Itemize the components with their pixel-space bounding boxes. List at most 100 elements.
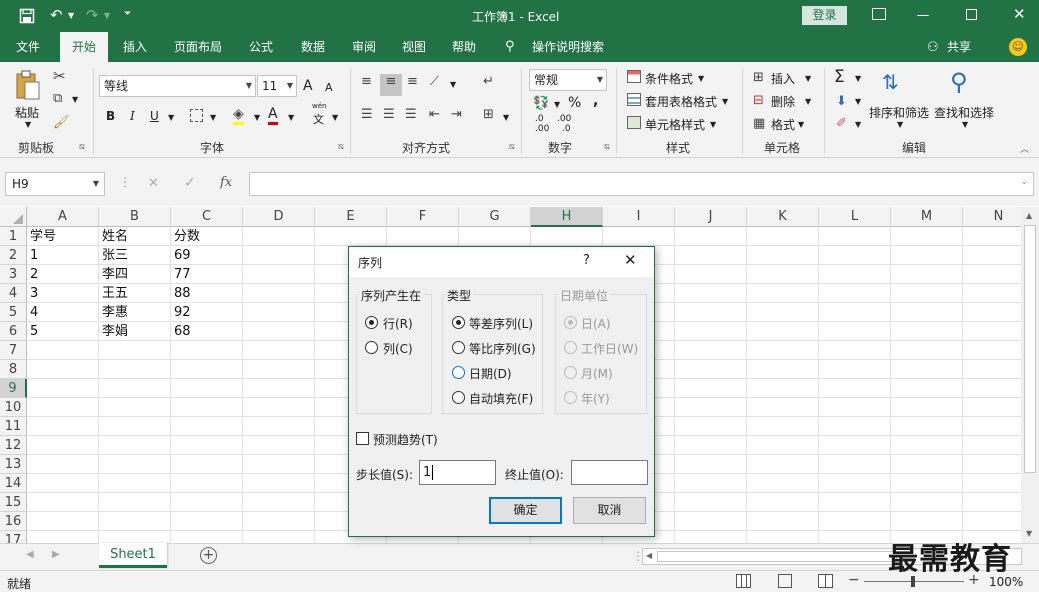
row-header-7[interactable]: 7 bbox=[0, 341, 27, 360]
cell-style-button[interactable]: 单元格样式 bbox=[645, 116, 705, 133]
table-format-icon[interactable] bbox=[627, 93, 641, 106]
copy-dropdown-icon[interactable]: ▼ bbox=[72, 95, 78, 104]
cell-c6[interactable]: 68 bbox=[171, 322, 243, 341]
cell-style-icon[interactable] bbox=[627, 116, 641, 129]
delete-cells-icon[interactable]: ⊟ bbox=[753, 93, 764, 108]
underline-dropdown-icon[interactable]: ▼ bbox=[168, 113, 174, 122]
format-cells-icon[interactable]: ▦ bbox=[753, 116, 765, 131]
sheet-tab-sheet1[interactable]: Sheet1 bbox=[99, 543, 167, 568]
select-all-corner[interactable] bbox=[0, 207, 27, 227]
insert-dropdown-icon[interactable]: ▼ bbox=[805, 74, 811, 83]
phonetic-dropdown-icon[interactable]: ▼ bbox=[332, 113, 338, 122]
merge-dropdown-icon[interactable]: ▼ bbox=[503, 113, 509, 122]
radio-rows[interactable] bbox=[365, 316, 378, 329]
expand-formula-icon[interactable]: ⌄ bbox=[1020, 177, 1028, 187]
percent-button[interactable]: % bbox=[568, 95, 581, 111]
cell-c5[interactable]: 92 bbox=[171, 303, 243, 322]
close-button[interactable]: ✕ bbox=[1013, 5, 1026, 23]
radio-date-label[interactable]: 日期(D) bbox=[469, 365, 512, 382]
row-header-4[interactable]: 4 bbox=[0, 284, 27, 303]
page-break-view-icon[interactable] bbox=[818, 574, 833, 588]
sort-dropdown-icon[interactable]: ▼ bbox=[897, 120, 903, 129]
conditional-format-button[interactable]: 条件格式 bbox=[645, 70, 693, 87]
fill-dropdown-icon[interactable]: ▼ bbox=[855, 97, 861, 106]
radio-columns[interactable] bbox=[365, 341, 378, 354]
font-launcher-icon[interactable]: ⧅ bbox=[338, 142, 344, 152]
cell-a2[interactable]: 1 bbox=[27, 246, 99, 265]
paste-icon[interactable] bbox=[14, 70, 42, 102]
merge-center-icon[interactable]: ⊞ bbox=[483, 107, 494, 122]
stop-value-input[interactable] bbox=[571, 460, 648, 485]
font-color-dropdown-icon[interactable]: ▼ bbox=[288, 113, 294, 122]
border-dropdown-icon[interactable]: ▼ bbox=[210, 113, 216, 122]
align-middle-icon[interactable]: ≡ bbox=[380, 74, 402, 96]
radio-weekday-label[interactable]: 工作日(W) bbox=[581, 340, 638, 357]
column-header-a[interactable]: A bbox=[27, 207, 99, 227]
font-size-combo[interactable]: 11 ▼ bbox=[257, 75, 297, 97]
row-header-6[interactable]: 6 bbox=[0, 322, 27, 341]
autosum-button[interactable]: Σ bbox=[834, 67, 845, 87]
sort-filter-button[interactable]: 排序和筛选 bbox=[869, 104, 929, 121]
align-bottom-icon[interactable]: ≡ bbox=[407, 74, 418, 89]
login-button[interactable]: 登录 bbox=[802, 6, 847, 25]
increase-decimal-button[interactable]: .0 bbox=[535, 114, 544, 124]
radio-autofill[interactable] bbox=[452, 391, 465, 404]
tab-page-layout[interactable]: 页面布局 bbox=[168, 32, 228, 62]
radio-growth[interactable] bbox=[452, 341, 465, 354]
step-value-input[interactable]: 1 bbox=[419, 460, 496, 485]
accounting-format-icon[interactable]: 💱 bbox=[533, 96, 549, 111]
save-icon[interactable] bbox=[19, 8, 35, 24]
row-header-13[interactable]: 13 bbox=[0, 455, 27, 474]
column-header-b[interactable]: B bbox=[99, 207, 171, 227]
find-dropdown-icon[interactable]: ▼ bbox=[962, 120, 968, 129]
radio-year-label[interactable]: 年(Y) bbox=[581, 390, 610, 407]
cell-b2[interactable]: 张三 bbox=[99, 246, 171, 265]
align-center-icon[interactable]: ☰ bbox=[383, 107, 395, 122]
align-left-icon[interactable]: ☰ bbox=[361, 107, 373, 122]
hscroll-thumb[interactable] bbox=[657, 551, 897, 562]
scroll-up-icon[interactable]: ▲ bbox=[1026, 211, 1032, 220]
font-name-combo[interactable]: 等线 ▼ bbox=[99, 75, 256, 97]
number-format-combo[interactable]: 常规 ▼ bbox=[529, 69, 607, 91]
align-right-icon[interactable]: ☰ bbox=[405, 107, 417, 122]
maximize-button[interactable] bbox=[966, 9, 977, 20]
trend-label[interactable]: 预测趋势(T) bbox=[373, 431, 438, 448]
undo-dropdown-icon[interactable]: ▼ bbox=[68, 11, 74, 20]
redo-icon[interactable]: ↷ bbox=[86, 6, 99, 24]
page-layout-view-icon[interactable] bbox=[778, 574, 792, 588]
cell-b5[interactable]: 李惠 bbox=[99, 303, 171, 322]
tab-formulas[interactable]: 公式 bbox=[242, 32, 280, 62]
radio-linear[interactable] bbox=[452, 316, 465, 329]
grow-font-button[interactable]: A bbox=[303, 78, 313, 94]
increase-indent-icon[interactable]: ⇥ bbox=[451, 107, 462, 122]
column-header-h[interactable]: H bbox=[531, 207, 603, 227]
insert-function-button[interactable]: fx bbox=[220, 175, 232, 190]
cell-b1[interactable]: 姓名 bbox=[99, 227, 171, 246]
row-header-11[interactable]: 11 bbox=[0, 417, 27, 436]
column-header-c[interactable]: C bbox=[171, 207, 243, 227]
cell-a4[interactable]: 3 bbox=[27, 284, 99, 303]
tab-file[interactable]: 文件 bbox=[8, 32, 48, 62]
column-header-e[interactable]: E bbox=[315, 207, 387, 227]
table-dropdown-icon[interactable]: ▼ bbox=[722, 97, 728, 106]
tab-view[interactable]: 视图 bbox=[395, 32, 433, 62]
tell-me-search[interactable]: 操作说明搜索 bbox=[526, 32, 610, 62]
phonetic-button[interactable]: 文 bbox=[313, 111, 324, 127]
vertical-scrollbar[interactable]: ▲ ▼ bbox=[1021, 207, 1039, 543]
row-header-16[interactable]: 16 bbox=[0, 512, 27, 531]
radio-growth-label[interactable]: 等比序列(G) bbox=[469, 340, 536, 357]
paste-dropdown-icon[interactable]: ▼ bbox=[25, 120, 31, 129]
row-header-15[interactable]: 15 bbox=[0, 493, 27, 512]
cell-b4[interactable]: 王五 bbox=[99, 284, 171, 303]
table-format-button[interactable]: 套用表格格式 bbox=[645, 93, 717, 110]
cancel-button[interactable]: 取消 bbox=[573, 497, 646, 524]
undo-icon[interactable]: ↶ bbox=[50, 6, 63, 24]
radio-month[interactable] bbox=[564, 366, 577, 379]
accounting-dropdown-icon[interactable]: ▼ bbox=[554, 100, 560, 109]
insert-cells-button[interactable]: 插入 bbox=[771, 70, 795, 87]
cell-c3[interactable]: 77 bbox=[171, 265, 243, 284]
row-header-9[interactable]: 9 bbox=[0, 379, 27, 398]
column-header-l[interactable]: L bbox=[819, 207, 891, 227]
wrap-text-icon[interactable]: ↵ bbox=[483, 74, 494, 89]
redo-dropdown-icon[interactable]: ▼ bbox=[104, 11, 110, 20]
